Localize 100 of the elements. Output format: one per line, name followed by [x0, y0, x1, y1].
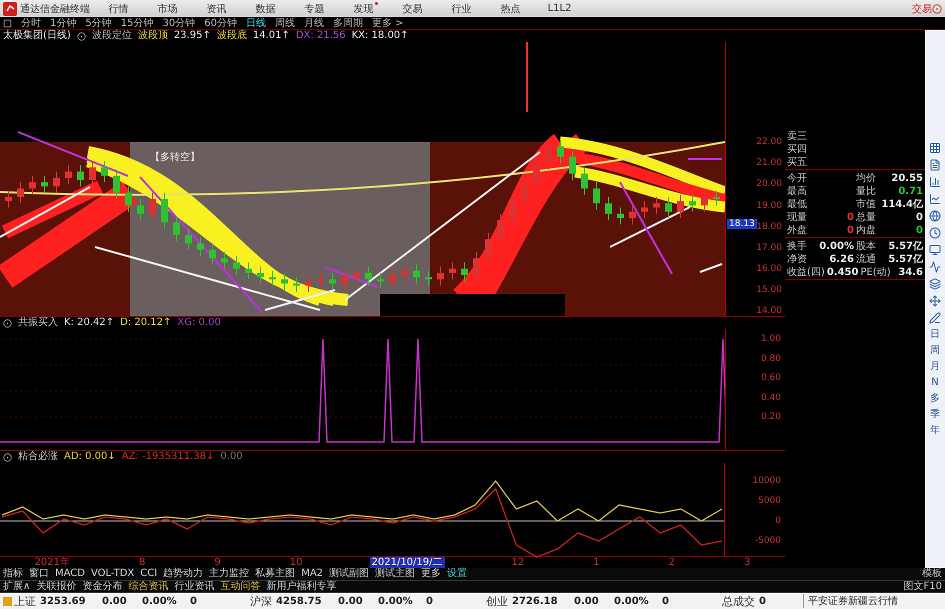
toolbar-icon[interactable] [929, 295, 941, 308]
period-button[interactable]: 多 [930, 393, 940, 404]
candlestick [137, 198, 144, 221]
menu-item[interactable]: 行业 [437, 2, 486, 16]
legend-value: 14.01↑ [252, 30, 290, 42]
candlestick [17, 182, 24, 204]
quote-label: 总量 [856, 210, 876, 224]
period-tab[interactable]: 分时 [21, 18, 41, 29]
date-label: 2021年 [34, 557, 71, 568]
bottom-tab[interactable]: 窗口 [29, 568, 49, 580]
total-label: 总成交 [722, 594, 755, 609]
axis-label: -5000 [754, 536, 781, 546]
bottom-tab[interactable]: 模板 [922, 568, 942, 580]
axis-label: 18.00 [756, 222, 782, 232]
bottom-tab[interactable]: 设置 [447, 568, 468, 580]
quote-value: 0.71 [897, 186, 923, 197]
app-title: 通达信金融终端 [20, 2, 91, 16]
axis-label: 14.00 [756, 306, 782, 316]
period-button[interactable]: N [931, 377, 939, 388]
bottom-tab[interactable]: 资金分布 [82, 581, 122, 592]
legend-value: D: 20.12↑ [120, 317, 172, 330]
bottom-tab[interactable]: 关联报价 [36, 581, 76, 592]
candlestick [401, 264, 408, 282]
quote-label: 股本 [856, 240, 876, 254]
period-tab[interactable]: 月线 [304, 18, 324, 29]
period-button[interactable]: 季 [930, 409, 940, 420]
candlestick [389, 268, 396, 288]
period-button[interactable]: 周 [930, 345, 940, 356]
period-tab[interactable]: 15分钟 [120, 18, 154, 29]
candlestick [413, 264, 420, 284]
bottom-tab[interactable]: 测试副图 [329, 568, 370, 580]
bottom-tab[interactable]: MA2 [301, 568, 324, 580]
period-button[interactable]: 日 [930, 329, 940, 340]
period-tab[interactable]: 5分钟 [85, 18, 112, 29]
menu-item[interactable]: 市场 [143, 2, 192, 16]
bottom-tab[interactable]: 趋势动力 [163, 568, 204, 580]
toolbar-icon[interactable] [929, 244, 941, 256]
index-value: 0.00% [378, 596, 414, 607]
menu-item[interactable]: 交易 [388, 2, 437, 16]
period-tab[interactable]: 多周期 [332, 18, 363, 29]
bottom-tab[interactable]: 图文F10 [904, 581, 942, 592]
bottom-tab[interactable]: 更多 [421, 568, 442, 580]
bottom-tab[interactable]: 综合资讯 [128, 581, 168, 592]
candlestick [113, 169, 120, 200]
quote-label: 最高 [787, 184, 807, 198]
candlestick [689, 194, 696, 212]
candlestick [617, 207, 624, 226]
bottom-tab[interactable]: 私募主图 [255, 568, 296, 580]
bottom-tab[interactable]: 扩展∧ [3, 581, 30, 592]
period-tab[interactable]: 更多 > [372, 18, 404, 29]
period-tab[interactable]: 日线 [246, 18, 266, 29]
bottom-tab[interactable]: CCI [140, 568, 158, 580]
candlestick [569, 150, 576, 181]
period-tab[interactable]: 30分钟 [162, 18, 196, 29]
menu-item[interactable]: 行情 [94, 2, 143, 16]
menu-item[interactable]: 发现 [339, 2, 388, 16]
axis-label: 0.60 [760, 373, 781, 384]
menu-item[interactable]: 热点 [486, 2, 535, 16]
toolbar-icon[interactable] [929, 278, 941, 290]
trade-menu[interactable]: 交易 [912, 2, 932, 16]
candlestick [209, 243, 216, 266]
bottom-tab[interactable]: MACD [55, 568, 85, 580]
menu-item[interactable]: L1L2 [535, 3, 584, 14]
quote-value: 0.00% [818, 240, 854, 252]
toolbar-icon[interactable] [929, 193, 941, 206]
candlestick [353, 266, 360, 284]
bottom-tab[interactable]: VOL-TDX [90, 568, 134, 580]
period-button[interactable]: 年 [930, 425, 940, 436]
toolbar-icon[interactable] [929, 159, 941, 172]
period-tab[interactable]: 1分钟 [50, 18, 76, 29]
index-value: 0 [426, 596, 434, 607]
bottom-tab[interactable]: 行业资讯 [174, 581, 214, 592]
candlestick [425, 270, 432, 286]
bottom-tab[interactable]: 互动问答 [220, 581, 260, 592]
toolbar-icon[interactable] [929, 312, 941, 324]
menu-item[interactable]: 数据 [241, 2, 290, 16]
toolbar-icon[interactable] [929, 227, 941, 240]
circle-icon[interactable] [932, 4, 942, 14]
bottom-tab[interactable]: 主力监控 [209, 568, 250, 580]
bottom-tab[interactable]: 指标 [3, 568, 23, 580]
date-label: 2 [668, 557, 676, 568]
quote-value: 114.4亿 [880, 198, 923, 212]
toolbar-icon[interactable] [929, 176, 941, 188]
bottom-tab[interactable]: 测试主图 [375, 568, 416, 580]
menu-item[interactable]: 资讯 [192, 2, 241, 16]
menu-item[interactable]: 专题 [290, 2, 339, 16]
period-tab[interactable]: 60分钟 [204, 18, 237, 29]
toolbar-icon[interactable] [929, 210, 941, 222]
toolbar-icon[interactable] [929, 142, 941, 154]
period-tab[interactable]: 周线 [274, 18, 295, 29]
toolbar-icon[interactable] [929, 261, 941, 274]
quote-label: 流通 [856, 252, 876, 266]
candlestick [77, 164, 84, 187]
date-label: 3 [743, 557, 752, 568]
axis-label: 0.80 [760, 354, 781, 364]
square-icon[interactable] [3, 18, 12, 28]
period-button[interactable]: 月 [930, 361, 940, 372]
axis-label: 0.20 [760, 412, 781, 422]
bottom-tab[interactable]: 新用户福利专享 [266, 581, 336, 592]
candlestick [293, 276, 300, 293]
